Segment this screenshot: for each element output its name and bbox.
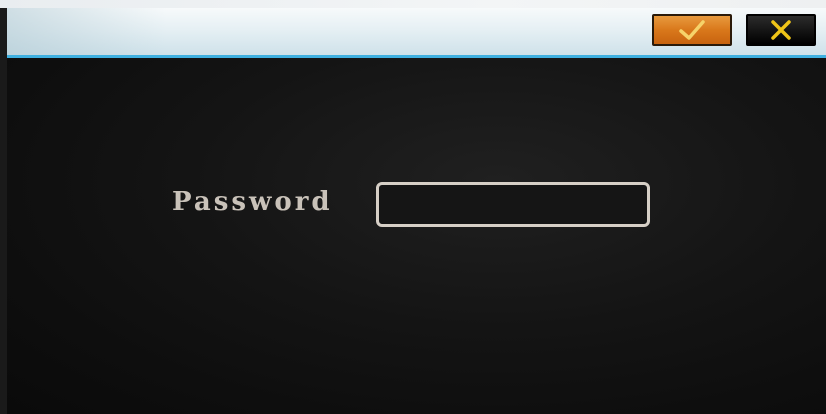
- checkmark-icon: [677, 19, 707, 41]
- main-panel: Password: [7, 58, 826, 414]
- close-icon: [769, 19, 793, 41]
- title-bar: [7, 8, 826, 58]
- left-rail: [0, 8, 7, 414]
- cancel-button[interactable]: [746, 14, 816, 46]
- title-bar-shade: [7, 8, 167, 55]
- password-label: Password: [172, 187, 333, 217]
- top-strip: [0, 0, 826, 8]
- ok-button[interactable]: [652, 14, 732, 46]
- dialog-screen: Password: [0, 0, 826, 414]
- password-input[interactable]: [376, 182, 650, 227]
